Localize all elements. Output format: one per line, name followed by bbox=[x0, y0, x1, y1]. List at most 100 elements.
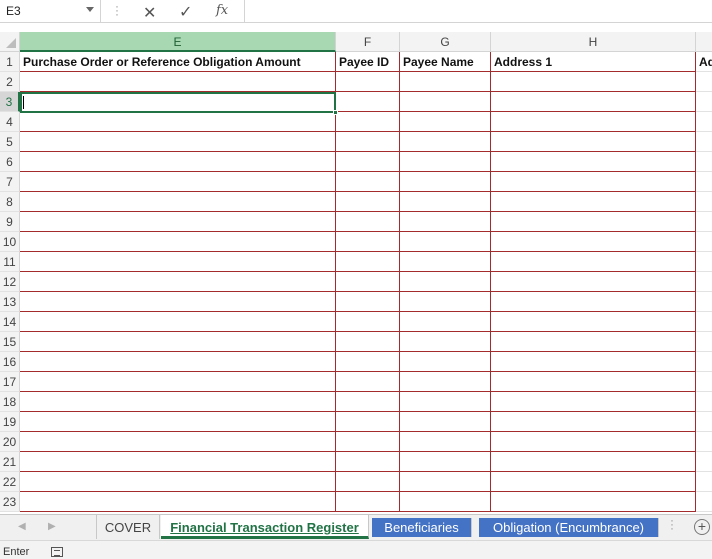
row-header[interactable]: 19 bbox=[0, 412, 20, 432]
table-cell[interactable] bbox=[336, 112, 400, 132]
table-cell[interactable] bbox=[491, 352, 696, 372]
table-cell[interactable] bbox=[491, 472, 696, 492]
table-cell[interactable] bbox=[20, 472, 336, 492]
table-cell[interactable] bbox=[696, 192, 712, 212]
table-cell[interactable] bbox=[696, 172, 712, 192]
table-cell[interactable] bbox=[696, 472, 712, 492]
table-cell[interactable] bbox=[696, 112, 712, 132]
table-cell[interactable] bbox=[20, 392, 336, 412]
table-cell[interactable] bbox=[400, 372, 491, 392]
table-cell[interactable] bbox=[491, 492, 696, 512]
row-header[interactable]: 6 bbox=[0, 152, 20, 172]
table-cell[interactable] bbox=[336, 432, 400, 452]
table-cell[interactable] bbox=[491, 212, 696, 232]
table-cell[interactable] bbox=[336, 252, 400, 272]
row-header[interactable]: 10 bbox=[0, 232, 20, 252]
table-cell[interactable] bbox=[696, 372, 712, 392]
formula-input[interactable] bbox=[244, 0, 712, 22]
table-cell[interactable] bbox=[491, 332, 696, 352]
row-header[interactable]: 18 bbox=[0, 392, 20, 412]
table-cell[interactable] bbox=[336, 452, 400, 472]
sheet-tab-cover[interactable]: COVER bbox=[96, 515, 160, 539]
table-cell[interactable] bbox=[491, 452, 696, 472]
row-header[interactable]: 23 bbox=[0, 492, 20, 512]
fill-handle[interactable] bbox=[333, 110, 338, 115]
table-cell[interactable] bbox=[491, 232, 696, 252]
table-cell[interactable] bbox=[20, 172, 336, 192]
chevron-down-icon[interactable] bbox=[86, 7, 94, 12]
table-cell[interactable] bbox=[20, 112, 336, 132]
tab-split-handle[interactable]: · · · bbox=[670, 514, 674, 534]
table-cell[interactable] bbox=[491, 192, 696, 212]
row-header[interactable]: 7 bbox=[0, 172, 20, 192]
table-cell[interactable] bbox=[696, 312, 712, 332]
table-cell[interactable] bbox=[336, 152, 400, 172]
row-header[interactable]: 17 bbox=[0, 372, 20, 392]
row-header[interactable]: 2 bbox=[0, 72, 20, 92]
table-cell[interactable] bbox=[400, 332, 491, 352]
row-header[interactable]: 20 bbox=[0, 432, 20, 452]
insert-function-icon[interactable]: fx bbox=[216, 3, 228, 18]
table-cell[interactable] bbox=[336, 472, 400, 492]
table-cell[interactable] bbox=[20, 272, 336, 292]
table-cell[interactable] bbox=[696, 452, 712, 472]
check-icon[interactable]: ✓ bbox=[179, 2, 192, 22]
macro-record-icon[interactable] bbox=[51, 547, 63, 557]
table-cell[interactable] bbox=[400, 312, 491, 332]
table-cell[interactable] bbox=[20, 252, 336, 272]
row-header[interactable]: 13 bbox=[0, 292, 20, 312]
row-header[interactable]: 12 bbox=[0, 272, 20, 292]
table-cell[interactable] bbox=[400, 272, 491, 292]
table-cell[interactable] bbox=[336, 492, 400, 512]
row-header[interactable]: 16 bbox=[0, 352, 20, 372]
row-header[interactable]: 5 bbox=[0, 132, 20, 152]
table-cell[interactable] bbox=[20, 332, 336, 352]
table-cell[interactable] bbox=[336, 272, 400, 292]
table-cell[interactable] bbox=[336, 292, 400, 312]
table-cell[interactable] bbox=[20, 412, 336, 432]
scroll-right-icon[interactable]: ▶ bbox=[48, 521, 56, 532]
table-cell[interactable] bbox=[491, 392, 696, 412]
table-cell[interactable] bbox=[696, 152, 712, 172]
table-cell[interactable] bbox=[336, 372, 400, 392]
table-cell[interactable] bbox=[491, 72, 696, 92]
table-cell[interactable] bbox=[696, 252, 712, 272]
table-cell[interactable] bbox=[336, 172, 400, 192]
table-cell[interactable] bbox=[336, 72, 400, 92]
header-cell[interactable]: Purchase Order or Reference Obligation A… bbox=[20, 52, 336, 72]
table-cell[interactable] bbox=[400, 252, 491, 272]
row-header[interactable]: 4 bbox=[0, 112, 20, 132]
column-header[interactable]: H bbox=[491, 32, 696, 52]
table-cell[interactable] bbox=[696, 492, 712, 512]
table-cell[interactable] bbox=[336, 352, 400, 372]
header-cell[interactable]: Payee ID bbox=[336, 52, 400, 72]
table-cell[interactable] bbox=[20, 492, 336, 512]
table-cell[interactable] bbox=[20, 312, 336, 332]
table-cell[interactable] bbox=[696, 292, 712, 312]
table-cell[interactable] bbox=[20, 232, 336, 252]
table-cell[interactable] bbox=[20, 452, 336, 472]
table-cell[interactable] bbox=[336, 92, 400, 112]
table-cell[interactable] bbox=[336, 212, 400, 232]
row-header[interactable]: 11 bbox=[0, 252, 20, 272]
table-cell[interactable] bbox=[400, 192, 491, 212]
table-cell[interactable] bbox=[400, 352, 491, 372]
table-cell[interactable] bbox=[400, 392, 491, 412]
table-cell[interactable] bbox=[491, 272, 696, 292]
row-header[interactable]: 21 bbox=[0, 452, 20, 472]
table-cell[interactable] bbox=[696, 332, 712, 352]
column-header[interactable]: F bbox=[336, 32, 400, 52]
table-cell[interactable] bbox=[696, 432, 712, 452]
table-cell[interactable] bbox=[696, 232, 712, 252]
table-cell[interactable] bbox=[400, 112, 491, 132]
table-cell[interactable] bbox=[491, 152, 696, 172]
close-icon[interactable]: ✕ bbox=[143, 3, 156, 23]
table-cell[interactable] bbox=[400, 292, 491, 312]
table-cell[interactable] bbox=[400, 72, 491, 92]
row-header[interactable]: 15 bbox=[0, 332, 20, 352]
table-cell[interactable] bbox=[20, 432, 336, 452]
table-cell[interactable] bbox=[491, 172, 696, 192]
table-cell[interactable] bbox=[400, 412, 491, 432]
sheet-tab-financial-transaction-register[interactable]: Financial Transaction Register bbox=[161, 515, 369, 539]
row-header[interactable]: 1 bbox=[0, 52, 20, 72]
